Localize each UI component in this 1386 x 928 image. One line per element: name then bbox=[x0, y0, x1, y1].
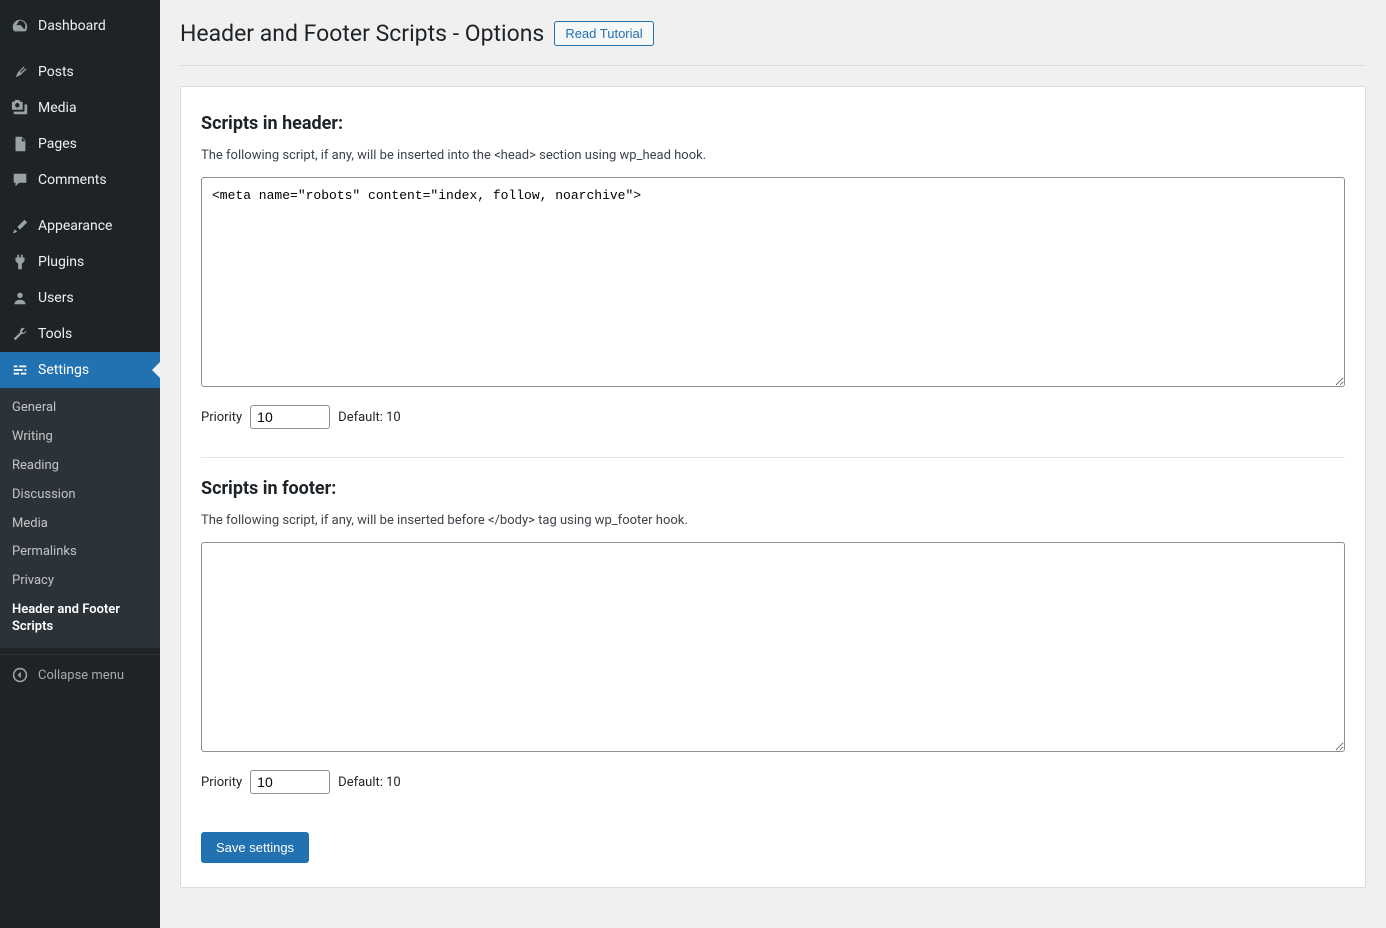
sidebar-item-label: Users bbox=[38, 290, 74, 306]
collapse-menu[interactable]: Collapse menu bbox=[0, 654, 160, 695]
collapse-label: Collapse menu bbox=[38, 668, 124, 683]
footer-section-desc: The following script, if any, will be in… bbox=[201, 513, 1345, 528]
sidebar-item-label: Plugins bbox=[38, 254, 84, 270]
sidebar-item-posts[interactable]: Posts bbox=[0, 54, 160, 90]
tools-icon bbox=[10, 324, 30, 344]
submenu-general[interactable]: General bbox=[0, 394, 160, 423]
sidebar-item-label: Posts bbox=[38, 64, 74, 80]
page-header: Header and Footer Scripts - Options Read… bbox=[180, 10, 1366, 66]
sidebar-item-label: Dashboard bbox=[38, 18, 106, 34]
sidebar-item-tools[interactable]: Tools bbox=[0, 316, 160, 352]
footer-scripts-section: Scripts in footer: The following script,… bbox=[201, 457, 1345, 814]
submenu-media[interactable]: Media bbox=[0, 510, 160, 539]
admin-sidebar: Dashboard Posts Media Pages Comments App… bbox=[0, 0, 160, 928]
header-section-desc: The following script, if any, will be in… bbox=[201, 148, 1345, 163]
sidebar-item-label: Appearance bbox=[38, 218, 112, 234]
sidebar-item-label: Pages bbox=[38, 136, 77, 152]
collapse-icon bbox=[10, 665, 30, 685]
submenu-reading[interactable]: Reading bbox=[0, 452, 160, 481]
dashboard-icon bbox=[10, 16, 30, 36]
plugin-icon bbox=[10, 252, 30, 272]
users-icon bbox=[10, 288, 30, 308]
settings-submenu: General Writing Reading Discussion Media… bbox=[0, 388, 160, 648]
sidebar-item-label: Tools bbox=[38, 326, 72, 342]
sidebar-item-pages[interactable]: Pages bbox=[0, 126, 160, 162]
footer-priority-row: Priority Default: 10 bbox=[201, 770, 1345, 794]
sidebar-item-media[interactable]: Media bbox=[0, 90, 160, 126]
sidebar-item-label: Comments bbox=[38, 172, 107, 188]
submenu-privacy[interactable]: Privacy bbox=[0, 567, 160, 596]
submenu-permalinks[interactable]: Permalinks bbox=[0, 538, 160, 567]
header-scripts-section: Scripts in header: The following script,… bbox=[201, 103, 1345, 449]
header-priority-input[interactable] bbox=[250, 405, 330, 429]
settings-card: Scripts in header: The following script,… bbox=[180, 86, 1366, 888]
main-content: Header and Footer Scripts - Options Read… bbox=[160, 0, 1386, 928]
footer-default-label: Default: 10 bbox=[338, 775, 401, 790]
sidebar-item-comments[interactable]: Comments bbox=[0, 162, 160, 198]
sidebar-item-label: Media bbox=[38, 100, 77, 116]
footer-priority-label: Priority bbox=[201, 775, 242, 790]
submenu-writing[interactable]: Writing bbox=[0, 423, 160, 452]
header-default-label: Default: 10 bbox=[338, 410, 401, 425]
sidebar-item-users[interactable]: Users bbox=[0, 280, 160, 316]
sidebar-item-label: Settings bbox=[38, 362, 89, 378]
header-section-title: Scripts in header: bbox=[201, 113, 1345, 134]
footer-section-title: Scripts in footer: bbox=[201, 478, 1345, 499]
brush-icon bbox=[10, 216, 30, 236]
pin-icon bbox=[10, 62, 30, 82]
submenu-discussion[interactable]: Discussion bbox=[0, 481, 160, 510]
comment-icon bbox=[10, 170, 30, 190]
sidebar-item-appearance[interactable]: Appearance bbox=[0, 208, 160, 244]
footer-scripts-input[interactable] bbox=[201, 542, 1345, 752]
submenu-header-footer-scripts[interactable]: Header and Footer Scripts bbox=[0, 596, 160, 642]
settings-icon bbox=[10, 360, 30, 380]
sidebar-item-plugins[interactable]: Plugins bbox=[0, 244, 160, 280]
header-scripts-input[interactable]: <meta name="robots" content="index, foll… bbox=[201, 177, 1345, 387]
read-tutorial-button[interactable]: Read Tutorial bbox=[554, 21, 653, 46]
page-title: Header and Footer Scripts - Options bbox=[180, 20, 544, 47]
sidebar-item-settings[interactable]: Settings bbox=[0, 352, 160, 388]
sidebar-item-dashboard[interactable]: Dashboard bbox=[0, 8, 160, 44]
page-icon bbox=[10, 134, 30, 154]
header-priority-row: Priority Default: 10 bbox=[201, 405, 1345, 429]
media-icon bbox=[10, 98, 30, 118]
save-settings-button[interactable]: Save settings bbox=[201, 832, 309, 863]
header-priority-label: Priority bbox=[201, 410, 242, 425]
footer-priority-input[interactable] bbox=[250, 770, 330, 794]
